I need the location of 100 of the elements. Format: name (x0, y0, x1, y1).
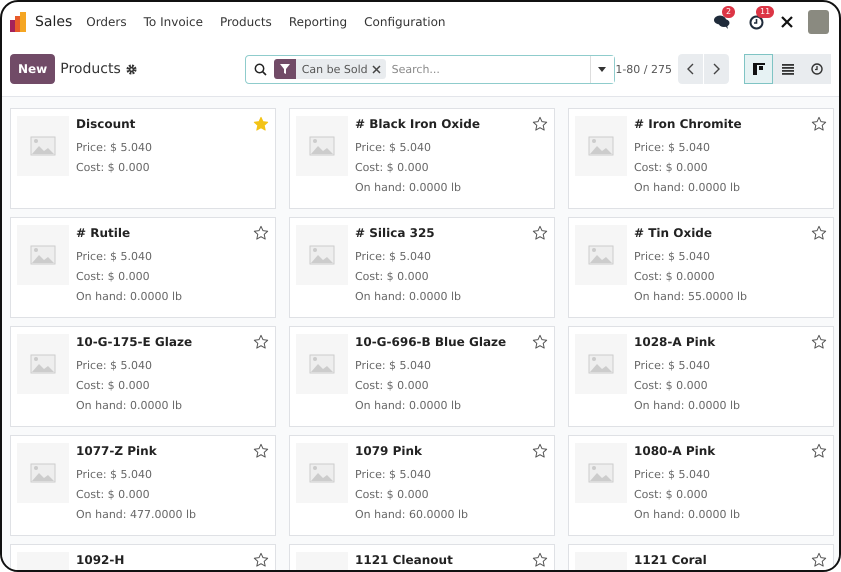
product-name: 1121 Cleanout (355, 553, 453, 567)
product-name: 1079 Pink (355, 444, 424, 458)
product-detail: Price: $ 5.040 (76, 358, 154, 374)
product-detail: Price: $ 5.040 (634, 358, 712, 374)
menu-item[interactable]: Products (220, 15, 272, 29)
page-title: Products (60, 61, 121, 77)
product-detail: On hand: 55.0000 lb (634, 289, 748, 305)
product-detail: Cost: $ 0.000 (76, 160, 151, 176)
product-detail: On hand: 0.0000 lb (76, 398, 184, 414)
product-card[interactable]: Discount Price: $ 5.040 Cost: $ 0.000 (10, 108, 276, 209)
product-detail: On hand: 0.0000 lb (355, 289, 462, 305)
product-detail: On hand: 0.0000 lb (634, 507, 740, 523)
kanban-icon (752, 63, 764, 75)
image-icon (309, 354, 335, 374)
product-card[interactable]: 1092-H (10, 544, 276, 570)
clock-icon[interactable] (748, 14, 764, 30)
caret-icon (598, 66, 606, 72)
image-icon (30, 354, 56, 374)
image-icon (309, 463, 335, 483)
product-name: 1028-A Pink (634, 335, 716, 349)
product-detail: Price: $ 5.040 (634, 140, 712, 156)
product-name: # Silica 325 (355, 226, 436, 240)
menu-item[interactable]: Configuration (364, 15, 446, 29)
menu-item[interactable]: Orders (86, 15, 127, 29)
product-card[interactable]: 1077-Z Pink Price: $ 5.040 Cost: $ 0.000 On hand: 477.0000 lb (10, 435, 276, 536)
product-detail: Price: $ 5.040 (76, 140, 152, 156)
image-icon (309, 245, 335, 265)
chat-icon[interactable] (714, 15, 730, 29)
product-detail: Cost: $ 0.000 (634, 487, 709, 503)
product-name: # Rutile (76, 226, 132, 240)
dropdown-button[interactable] (590, 56, 614, 82)
image-icon (588, 463, 614, 483)
list-icon (782, 64, 794, 74)
product-detail: Price: $ 5.040 (76, 467, 154, 483)
product-detail: Cost: $ 0.000 (355, 160, 430, 176)
product-detail: Price: $ 5.040 (355, 467, 432, 483)
filter-label: Can be Sold (300, 62, 369, 76)
view-switch-button[interactable] (744, 54, 773, 84)
product-card[interactable]: 1079 Pink Price: $ 5.040 Cost: $ 0.000 On hand: 60.0000 lb (289, 435, 555, 536)
product-detail: On hand: 0.0000 lb (76, 289, 182, 305)
notification-badge: 11 (756, 6, 774, 18)
image-icon (309, 136, 335, 156)
product-card[interactable]: 1028-A Pink Price: $ 5.040 Cost: $ 0.000 On hand: 0.0000 lb (568, 326, 834, 427)
product-name: 1077-Z Pink (76, 444, 158, 458)
product-detail: On hand: 60.0000 lb (355, 507, 468, 523)
product-detail: Cost: $ 0.000 (355, 269, 430, 285)
product-card[interactable]: # Iron Chromite Price: $ 5.040 Cost: $ 0.000 On hand: 0.0000 lb (568, 108, 834, 209)
new-button[interactable]: New (10, 54, 56, 84)
pager-text[interactable]: 1-80 / 275 (615, 62, 672, 76)
product-detail: Price: $ 5.040 (355, 140, 432, 156)
product-detail: On hand: 0.0000 lb (634, 398, 740, 414)
product-name: 10-G-175-E Glaze (76, 335, 192, 349)
product-name: 1080-A Pink (634, 444, 716, 458)
product-detail: Price: $ 5.040 (355, 358, 432, 374)
search-field[interactable]: Can be Sold Search... (244, 54, 615, 84)
product-name: # Tin Oxide (634, 226, 714, 240)
product-card[interactable]: # Rutile Price: $ 5.040 Cost: $ 0.000 On hand: 0.0000 lb (10, 217, 276, 318)
product-detail: Cost: $ 0.000 (355, 378, 430, 394)
product-detail: Price: $ 5.040 (634, 467, 712, 483)
clock-icon (810, 63, 822, 75)
chevron-right-icon (713, 63, 720, 75)
product-detail: On hand: 477.0000 lb (76, 507, 196, 523)
product-detail: On hand: 0.0000 lb (355, 180, 462, 196)
product-detail: Cost: $ 0.000 (76, 269, 151, 285)
image-icon (30, 245, 56, 265)
close-icon[interactable] (372, 64, 381, 74)
product-card[interactable]: # Silica 325 Price: $ 5.040 Cost: $ 0.000 On hand: 0.0000 lb (289, 217, 555, 318)
product-name: 1092-H (76, 553, 124, 567)
product-name: # Black Iron Oxide (355, 117, 480, 131)
image-icon (588, 245, 614, 265)
product-detail: Price: $ 5.040 (76, 249, 154, 265)
image-icon (588, 354, 614, 374)
image-icon (30, 136, 56, 156)
app-logo-icon[interactable] (10, 12, 28, 32)
product-detail: On hand: 0.0000 lb (634, 180, 742, 196)
app-name[interactable]: Sales (35, 14, 72, 30)
notification-badge: 2 (722, 6, 736, 18)
product-detail: Cost: $ 0.000 (76, 487, 151, 503)
product-name: # Iron Chromite (634, 117, 742, 131)
gear-icon[interactable] (126, 64, 137, 74)
product-name: Discount (76, 117, 136, 131)
product-card[interactable]: # Black Iron Oxide Price: $ 5.040 Cost: $ 0.000 On hand: 0.0000 lb (289, 108, 555, 209)
image-icon (588, 136, 614, 156)
image-icon (30, 463, 56, 483)
product-detail: On hand: 0.0000 lb (355, 398, 462, 414)
filter-icon (280, 64, 290, 74)
product-card[interactable]: 1080-A Pink Price: $ 5.040 Cost: $ 0.000 On hand: 0.0000 lb (568, 435, 834, 536)
chevron-left-icon (687, 63, 694, 75)
search-icon (254, 62, 267, 76)
product-card[interactable]: # Tin Oxide Price: $ 5.040 Cost: $ 0.0000 On hand: 55.0000 lb (568, 217, 834, 318)
product-detail: Cost: $ 0.000 (76, 378, 151, 394)
menu-item[interactable]: Reporting (288, 15, 348, 29)
product-detail: Price: $ 5.040 (355, 249, 432, 265)
product-detail: Cost: $ 0.000 (355, 487, 430, 503)
product-card[interactable]: 10-G-696-B Blue Glaze Price: $ 5.040 Cost: $ 0.000 On hand: 0.0000 lb (289, 326, 555, 427)
menu-item[interactable]: To Invoice (144, 15, 203, 29)
product-detail: Cost: $ 0.0000 (634, 269, 716, 285)
product-card[interactable]: 1121 Coral (568, 544, 834, 570)
product-card[interactable]: 1121 Cleanout (289, 544, 555, 570)
product-card[interactable]: 10-G-175-E Glaze Price: $ 5.040 Cost: $ 0.000 On hand: 0.0000 lb (10, 326, 276, 427)
